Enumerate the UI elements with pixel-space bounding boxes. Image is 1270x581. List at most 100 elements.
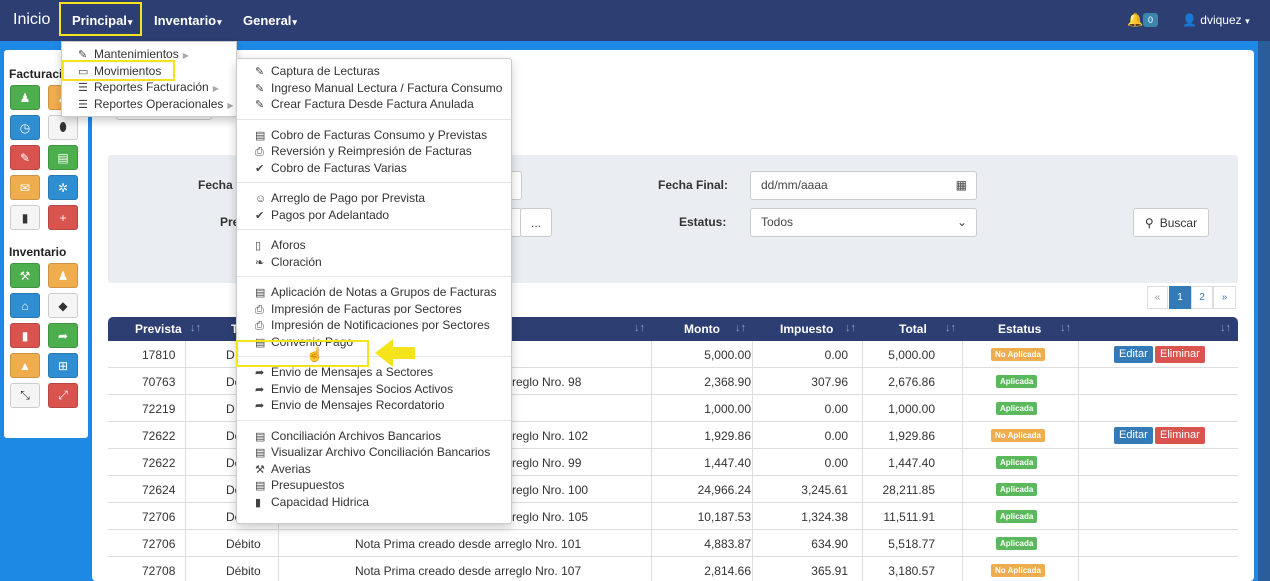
delete-button[interactable]: Eliminar bbox=[1155, 427, 1205, 444]
submenu-item[interactable]: ▤ Cobro de Facturas Consumo y Previstas bbox=[255, 128, 487, 142]
submenu-label: Conciliación Archivos Bancarios bbox=[271, 428, 442, 443]
edit-button[interactable]: Editar bbox=[1114, 346, 1153, 363]
submenu-item[interactable]: ❧ Cloración bbox=[255, 255, 322, 269]
sidebar-button[interactable]: ▲ bbox=[10, 353, 40, 378]
sidebar-button[interactable]: ⚒ bbox=[10, 263, 40, 288]
submenu-label: Cobro de Facturas Varias bbox=[271, 160, 407, 175]
menu-movimientos[interactable]: ▭ Movimientos bbox=[78, 64, 161, 78]
sidebar-button[interactable]: ♟ bbox=[10, 85, 40, 110]
menu-divider bbox=[237, 356, 511, 357]
submenu-item[interactable]: ✎ Captura de Lecturas bbox=[255, 64, 380, 78]
submenu-item[interactable]: ⎙ Impresión de Notificaciones por Sectore… bbox=[255, 318, 490, 333]
brand-link[interactable]: Inicio bbox=[13, 11, 50, 29]
prevista-search-button[interactable]: ... bbox=[520, 208, 552, 237]
sidebar-button[interactable]: ⬮ bbox=[48, 115, 78, 140]
nav-principal[interactable]: Principal▾ bbox=[72, 13, 132, 28]
menu-label: Reportes Operacionales bbox=[94, 97, 224, 111]
submenu-item[interactable]: ▤ Convenio Pago bbox=[255, 335, 353, 349]
caret-right-icon: ▶ bbox=[182, 51, 189, 60]
col-monto[interactable]: Monto bbox=[684, 322, 720, 336]
sidebar-button[interactable]: ⤡ bbox=[10, 383, 40, 408]
edit-icon: ✎ bbox=[78, 49, 88, 61]
nav-inventario[interactable]: Inventario▾ bbox=[154, 13, 222, 28]
delete-button[interactable]: Eliminar bbox=[1155, 346, 1205, 363]
sidebar-button[interactable]: ✎ bbox=[10, 145, 40, 170]
estatus-select[interactable]: Todos ⌄ bbox=[750, 208, 977, 237]
submenu-item[interactable]: ⎙ Impresión de Facturas por Sectores bbox=[255, 302, 462, 317]
menu-reportes-operacionales[interactable]: ☰ Reportes Operacionales ▶ bbox=[78, 97, 234, 111]
check-icon: ✔ bbox=[255, 209, 265, 222]
pager-page-2[interactable]: 2 bbox=[1191, 286, 1213, 309]
sidebar-button[interactable]: ⌂ bbox=[10, 293, 40, 318]
col-divider bbox=[185, 341, 186, 581]
sort-icon[interactable]: ↓↑ bbox=[845, 322, 856, 334]
list-icon: ☰ bbox=[78, 99, 88, 111]
menu-reportes-facturacion[interactable]: ☰ Reportes Facturación ▶ bbox=[78, 80, 219, 94]
col-prevista[interactable]: Prevista bbox=[135, 322, 182, 336]
edit-button[interactable]: Editar bbox=[1114, 427, 1153, 444]
sidebar-button[interactable]: + bbox=[48, 205, 78, 230]
col-impuesto[interactable]: Impuesto bbox=[780, 322, 833, 336]
sidebar-button[interactable]: ◷ bbox=[10, 115, 40, 140]
submenu-item[interactable]: ☺ Arreglo de Pago por Prevista bbox=[255, 191, 425, 205]
fecha-inicial-label: Fecha I bbox=[198, 178, 240, 192]
pager-page-1[interactable]: 1 bbox=[1169, 286, 1191, 309]
user-menu[interactable]: 👤 dviquez ▾ bbox=[1182, 13, 1250, 27]
submenu-item[interactable]: ➦ Envio de Mensajes Recordatorio bbox=[255, 398, 444, 412]
pencil-icon: ✎ bbox=[19, 150, 31, 165]
sidebar-button[interactable]: ⤢ bbox=[48, 383, 78, 408]
submenu-item[interactable]: ➦ Envio de Mensajes Socios Activos bbox=[255, 382, 453, 396]
sidebar-button[interactable]: ♟ bbox=[48, 263, 78, 288]
sort-icon[interactable]: ↓↑ bbox=[190, 322, 201, 334]
submenu-item[interactable]: ▤ Conciliación Archivos Bancarios bbox=[255, 429, 441, 443]
sidebar-button[interactable]: ⊞ bbox=[48, 353, 78, 378]
sort-icon[interactable]: ↓↑ bbox=[634, 322, 645, 334]
submenu-item[interactable]: ▯ Aforos bbox=[255, 238, 306, 252]
cell-descripcion: rreglo Nro. 105 bbox=[508, 510, 589, 524]
calendar-icon[interactable]: ▦ bbox=[956, 172, 967, 199]
status-badge: Aplicada bbox=[996, 375, 1038, 388]
sidebar-button[interactable]: ▮ bbox=[10, 205, 40, 230]
nav-general[interactable]: General▾ bbox=[243, 13, 297, 28]
sidebar-button[interactable]: ▮ bbox=[10, 323, 40, 348]
buscar-label: Buscar bbox=[1159, 215, 1198, 230]
fecha-final-input[interactable]: dd/mm/aaaa ▦ bbox=[750, 171, 977, 200]
submenu-item[interactable]: ⎙ Reversión y Reimpresión de Facturas bbox=[255, 144, 472, 159]
submenu-label: Envio de Mensajes Socios Activos bbox=[271, 381, 454, 396]
pager-next[interactable]: » bbox=[1213, 286, 1236, 309]
col-total[interactable]: Total bbox=[899, 322, 927, 336]
col-estatus[interactable]: Estatus bbox=[998, 322, 1041, 336]
cell-impuesto: 0.00 bbox=[824, 402, 848, 416]
sidebar-button[interactable]: ✲ bbox=[48, 175, 78, 200]
submenu-label: Crear Factura Desde Factura Anulada bbox=[271, 97, 474, 111]
caret-down-icon: ▾ bbox=[127, 17, 133, 27]
submenu-item[interactable]: ▤ Presupuestos bbox=[255, 478, 344, 492]
submenu-item[interactable]: ✎ Crear Factura Desde Factura Anulada bbox=[255, 97, 474, 111]
pager-prev[interactable]: « bbox=[1147, 286, 1168, 309]
share-icon: ➦ bbox=[57, 328, 69, 343]
sidebar-button[interactable]: ✉ bbox=[10, 175, 40, 200]
menu-mantenimientos[interactable]: ✎ Mantenimientos ▶ bbox=[78, 47, 189, 61]
sort-icon[interactable]: ↓↑ bbox=[1060, 322, 1071, 334]
sort-icon[interactable]: ↓↑ bbox=[945, 322, 956, 334]
submenu-item[interactable]: ✔ Pagos por Adelantado bbox=[255, 208, 389, 222]
submenu-item[interactable]: ▤ Visualizar Archivo Conciliación Bancari… bbox=[255, 445, 490, 459]
sort-icon[interactable]: ↓↑ bbox=[735, 322, 746, 334]
submenu-item[interactable]: ✔ Cobro de Facturas Varias bbox=[255, 161, 407, 175]
status-badge: Aplicada bbox=[996, 402, 1038, 415]
submenu-label: Envio de Mensajes Recordatorio bbox=[271, 398, 445, 412]
submenu-item[interactable]: ▤ Aplicación de Notas a Grupos de Factura… bbox=[255, 285, 496, 299]
cell-impuesto: 3,245.61 bbox=[801, 483, 848, 497]
buscar-button[interactable]: ⚲ Buscar bbox=[1133, 208, 1209, 237]
sort-icon[interactable]: ↓↑ bbox=[1220, 322, 1231, 334]
tag-icon: ◆ bbox=[58, 298, 68, 313]
wrench-icon: ⚒ bbox=[255, 463, 265, 476]
submenu-item[interactable]: ✎ Ingreso Manual Lectura / Factura Consum… bbox=[255, 81, 502, 95]
cell-descripcion: rreglo Nro. 100 bbox=[508, 483, 589, 497]
bell-icon[interactable]: 🔔 bbox=[1127, 12, 1143, 28]
submenu-item[interactable]: ⚒ Averias bbox=[255, 462, 311, 476]
submenu-item[interactable]: ▮ Capacidad Hidrica bbox=[255, 495, 369, 509]
sidebar-button[interactable]: ▤ bbox=[48, 145, 78, 170]
sidebar-button[interactable]: ➦ bbox=[48, 323, 78, 348]
sidebar-button[interactable]: ◆ bbox=[48, 293, 78, 318]
